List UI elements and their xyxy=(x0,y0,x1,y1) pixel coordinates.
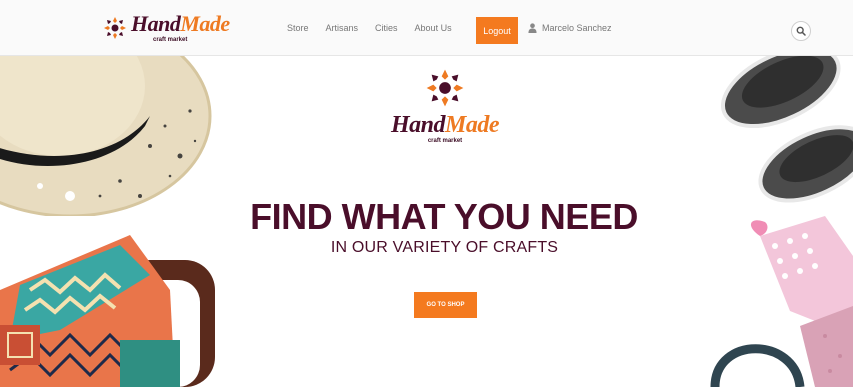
nav-link-store[interactable]: Store xyxy=(287,23,309,33)
logo-mark-icon xyxy=(104,17,126,39)
logo-mark-icon xyxy=(426,69,464,107)
straw-hat-image xyxy=(0,56,212,216)
hero-logo-made: Made xyxy=(445,112,500,138)
hero-headline: FIND WHAT YOU NEED xyxy=(250,196,638,237)
user-icon xyxy=(528,23,537,33)
nav-link-artisans[interactable]: Artisans xyxy=(326,23,359,33)
go-to-shop-button[interactable]: GO TO SHOP xyxy=(414,292,477,318)
top-navbar: HandMade craft market Store Artisans Cit… xyxy=(0,0,853,56)
shoes-image xyxy=(720,56,853,203)
main-nav: Store Artisans Cities About Us xyxy=(287,0,469,56)
brand-name-hand: Hand xyxy=(131,11,181,36)
hero-banner: HandMade craft market FIND WHAT YOU NEED… xyxy=(0,56,853,387)
search-icon xyxy=(796,26,806,36)
logout-button[interactable]: Logout xyxy=(476,17,518,44)
hero-logo-tagline: craft market xyxy=(427,138,463,144)
user-name: Marcelo Sanchez xyxy=(542,23,612,33)
search-button[interactable] xyxy=(791,21,811,41)
hero-subheadline: IN OUR VARIETY OF CRAFTS xyxy=(330,239,559,256)
nav-link-cities[interactable]: Cities xyxy=(375,23,398,33)
brand-wordmark: HandMade craft market xyxy=(131,11,230,44)
brand-tagline: craft market xyxy=(153,37,188,43)
brand-logo[interactable]: HandMade craft market xyxy=(103,12,230,46)
user-menu[interactable]: Marcelo Sanchez xyxy=(528,0,612,56)
nav-link-about-us[interactable]: About Us xyxy=(415,23,452,33)
brand-name-made: Made xyxy=(180,11,230,36)
hero-logo: HandMade craft market xyxy=(385,68,505,144)
hero-logo-hand: Hand xyxy=(390,112,446,138)
